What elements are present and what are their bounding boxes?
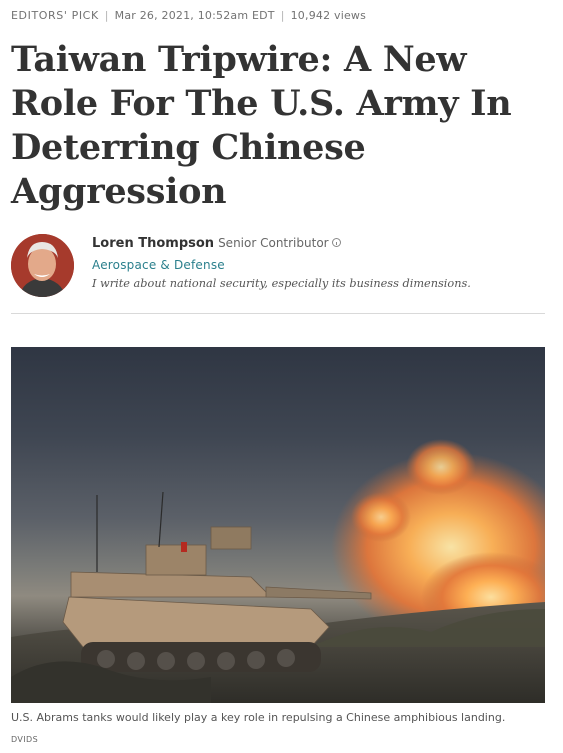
- header-divider: [11, 313, 545, 314]
- author-bio: I write about national security, especia…: [92, 277, 471, 290]
- image-credit: DVIDS: [11, 735, 39, 744]
- editors-pick-label[interactable]: Editors' Pick: [11, 9, 99, 22]
- image-caption: U.S. Abrams tanks would likely play a ke…: [11, 711, 506, 724]
- author-portrait: [11, 234, 74, 297]
- tank-firing-illustration: [11, 439, 545, 703]
- author-role: Senior Contributor: [218, 236, 329, 250]
- publish-date: Mar 26, 2021, 10:52am EDT: [114, 9, 275, 22]
- info-icon[interactable]: [331, 238, 341, 247]
- view-count: 10,942 views: [290, 9, 367, 22]
- author-name-line: Loren Thompson Senior Contributor: [92, 236, 341, 251]
- article-meta: Editors' Pick | Mar 26, 2021, 10:52am EDT |…: [11, 9, 551, 22]
- author-section-link[interactable]: Aerospace & Defense: [92, 258, 225, 272]
- article-hero-image[interactable]: [11, 347, 545, 703]
- meta-separator: |: [280, 9, 285, 22]
- meta-separator: |: [104, 9, 109, 22]
- author-avatar[interactable]: [11, 234, 74, 297]
- author-name[interactable]: Loren Thompson: [92, 236, 214, 251]
- article-title: Taiwan Tripwire: A New Role For The U.S.…: [11, 39, 512, 212]
